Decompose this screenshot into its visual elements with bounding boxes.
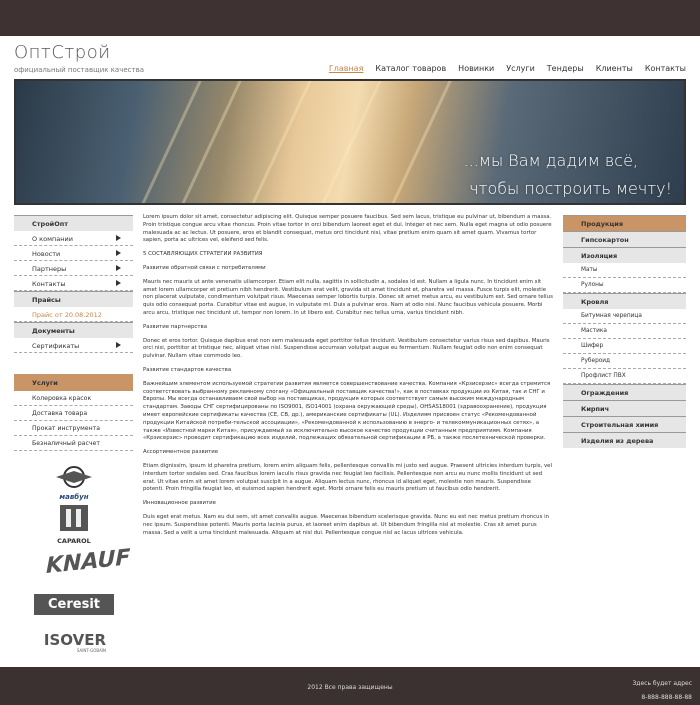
right-sidebar: Продукция Гипсокартон Изоляция Маты Руло… <box>563 215 686 448</box>
footer-copyright: 2012 Все права защищены <box>307 684 393 691</box>
section-heading: 5 СОСТАВЛЯЮЩИХ СТРАТЕГИИ РАЗВИТИЯ <box>143 251 263 258</box>
section-heading: Инновационное развитие <box>143 500 216 507</box>
sidebar-item-label: О компании <box>32 235 73 243</box>
sidebar-heading-prices: Прайсы <box>14 291 133 307</box>
sidebar-item-certificates[interactable]: Сертификаты <box>14 338 133 353</box>
paragraph: Donec et eros tortor. Quisque dapibus er… <box>143 337 550 360</box>
nav-tenders[interactable]: Тендеры <box>547 64 584 73</box>
sidebar-heading-stroyopt: СтройОпт <box>14 215 133 231</box>
catalog-item-shingles[interactable]: Битумная черепица <box>563 309 686 324</box>
nav-catalog[interactable]: Каталог товаров <box>375 64 446 73</box>
footer: 2012 Все права защищены Здесь будет адре… <box>0 667 700 705</box>
nav-news[interactable]: Новинки <box>458 64 494 73</box>
catalog-heading-roofing[interactable]: Кровля <box>563 293 686 309</box>
sidebar-item-price-list[interactable]: Прайс от 20.08.2012 <box>14 307 133 322</box>
sidebar-item-about[interactable]: О компании <box>14 231 133 246</box>
catalog-heading-insulation[interactable]: Изоляция <box>563 247 686 263</box>
intro-paragraph: Lorem ipsum dolor sit amet, consectetur … <box>143 214 552 244</box>
footer-phone: 8-888-888-88-88 <box>641 694 692 701</box>
section-heading: Развитие обратной связи с потребителями <box>143 264 266 271</box>
footer-address: Здесь будет адрес <box>632 680 692 687</box>
brand-logo-knauf[interactable]: KNAUF <box>46 543 130 585</box>
hero-banner: ...мы Вам дадим всё, чтобы построить меч… <box>14 79 686 205</box>
main-nav: Главная Каталог товаров Новинки Услуги Т… <box>329 64 686 73</box>
arrow-right-icon <box>116 280 121 286</box>
paragraph: Mauris nec mauris ut ante venenatis ulla… <box>143 278 553 316</box>
arrow-right-icon <box>116 342 121 348</box>
brand-label: ISOVER <box>43 631 107 649</box>
brand-label: мавбун <box>59 493 89 501</box>
catalog-heading-fences[interactable]: Ограждения <box>563 384 686 400</box>
hero-slogan-line1: ...мы Вам дадим всё, <box>463 151 638 170</box>
nav-home[interactable]: Главная <box>329 64 364 73</box>
brand-label: Ceresit <box>48 597 100 612</box>
arrow-right-icon <box>116 265 121 271</box>
section-heading: Ассортиментное развитие <box>143 449 219 456</box>
services-item-rental[interactable]: Прокат инструмента <box>14 421 133 436</box>
arrow-right-icon <box>116 250 121 256</box>
catalog-item-ruberoid[interactable]: Рубероид <box>563 354 686 369</box>
catalog-item-mats[interactable]: Маты <box>563 263 686 278</box>
site-tagline: официальный поставщик качества <box>14 66 144 74</box>
paragraph: Etiam dignissim, ipsum id pharetra preti… <box>143 462 552 493</box>
services-heading: Услуги <box>14 374 133 391</box>
footer-contacts: Здесь будет адрес 8-888-888-88-88 <box>632 677 692 705</box>
brand-logo-maxbun[interactable]: мавбун <box>52 465 96 501</box>
brand-logo-ceresit[interactable]: Ceresit <box>34 594 114 615</box>
catalog-item-slate[interactable]: Шифер <box>563 339 686 354</box>
services-sidebar: Услуги Колеровка красок Доставка товара … <box>14 374 133 451</box>
catalog-heading-wood[interactable]: Изделия из дерева <box>563 432 686 448</box>
main-content: Lorem ipsum dolor sit amet, consectetur … <box>143 214 553 543</box>
section-heading: Развитие партнерства <box>143 323 208 330</box>
top-bar <box>0 0 700 36</box>
hero-slogan-line2: чтобы построить мечту! <box>469 179 672 198</box>
nav-clients[interactable]: Клиенты <box>596 64 633 73</box>
sidebar-item-label: Контакты <box>32 280 66 288</box>
catalog-heading-drywall[interactable]: Гипсокартон <box>563 231 686 247</box>
brand-label: KNAUF <box>46 545 131 580</box>
sidebar-item-news[interactable]: Новости <box>14 246 133 261</box>
arrow-right-icon <box>116 235 121 241</box>
catalog-heading-chemistry[interactable]: Строительная химия <box>563 416 686 432</box>
brand-logo-caparol[interactable]: CAPAROL <box>54 503 94 545</box>
catalog-item-rolls[interactable]: Рулоны <box>563 278 686 293</box>
services-item-cashless[interactable]: Безналичный расчет <box>14 436 133 451</box>
sidebar-heading-documents: Документы <box>14 322 133 338</box>
sidebar-item-label: Новости <box>32 250 61 258</box>
services-item-tinting[interactable]: Колеровка красок <box>14 391 133 406</box>
nav-services[interactable]: Услуги <box>506 64 535 73</box>
sidebar-item-label: Прайс от 20.08.2012 <box>32 311 102 319</box>
paragraph: Duis eget erat metus. Nam eu dui sem, si… <box>143 513 550 536</box>
brand-logo-isover[interactable]: ISOVER SAINT-GOBAIN <box>40 632 110 658</box>
catalog-heading-brick[interactable]: Кирпич <box>563 400 686 416</box>
sidebar-item-label: Сертификаты <box>32 342 80 350</box>
catalog-item-mastic[interactable]: Мастика <box>563 324 686 339</box>
site-logo[interactable]: ОптСтрой <box>14 42 111 63</box>
section-heading: Развитие стандартов качества <box>143 366 232 373</box>
sidebar-item-contacts[interactable]: Контакты <box>14 276 133 291</box>
catalog-item-pvc-sheet[interactable]: Профлист ПВХ <box>563 369 686 384</box>
nav-contacts[interactable]: Контакты <box>645 64 686 73</box>
paragraph: Важнейшим элементом используемой стратег… <box>143 380 551 442</box>
services-item-delivery[interactable]: Доставка товара <box>14 406 133 421</box>
sidebar-item-partners[interactable]: Партнеры <box>14 261 133 276</box>
sidebar-item-label: Партнеры <box>32 265 67 273</box>
catalog-heading-products[interactable]: Продукция <box>563 215 686 231</box>
left-sidebar: СтройОпт О компании Новости Партнеры Кон… <box>14 215 133 353</box>
